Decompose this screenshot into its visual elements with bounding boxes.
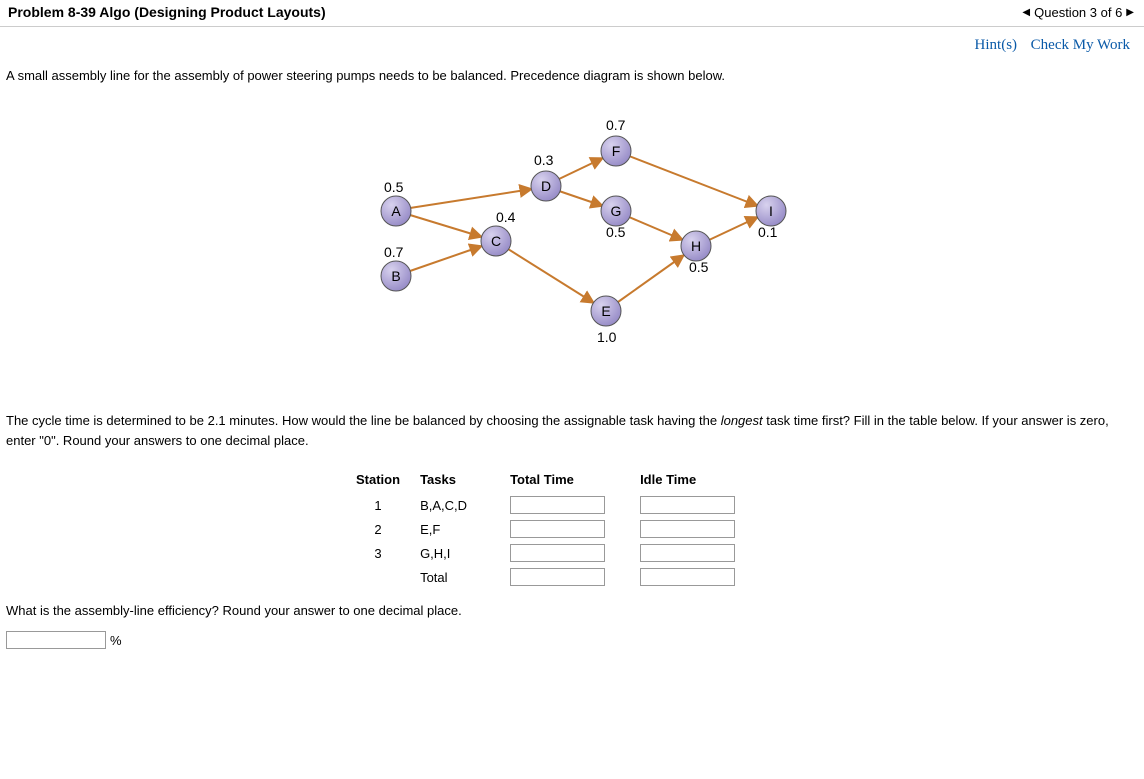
efficiency-input-row: % (6, 631, 1138, 649)
table-row: 3 G,H,I (346, 541, 760, 565)
node-f: F (601, 136, 631, 166)
table-row: 1 B,A,C,D (346, 493, 760, 517)
svg-text:H: H (691, 238, 701, 254)
time-h: 0.5 (689, 259, 708, 275)
node-e: E (591, 296, 621, 326)
question-count-label: Question 3 of 6 (1034, 5, 1122, 20)
svg-text:C: C (491, 233, 501, 249)
prev-question-arrow[interactable]: ◀ (1020, 7, 1032, 18)
problem-title: Problem 8-39 Algo (Designing Product Lay… (8, 4, 326, 20)
hints-link[interactable]: Hint(s) (975, 37, 1018, 53)
table-row: Total (346, 565, 760, 589)
node-a: A (381, 196, 411, 226)
col-station: Station (346, 468, 410, 493)
idle-time-3-input[interactable] (640, 544, 735, 562)
svg-text:B: B (391, 268, 400, 284)
node-c: C (481, 226, 511, 256)
svg-text:D: D (541, 178, 551, 194)
intro-text: A small assembly line for the assembly o… (6, 68, 1138, 83)
col-total: Total Time (500, 468, 630, 493)
time-b: 0.7 (384, 244, 403, 260)
total-time-1-input[interactable] (510, 496, 605, 514)
time-e: 1.0 (597, 329, 616, 345)
question-text: The cycle time is determined to be 2.1 m… (6, 411, 1138, 450)
total-time-2-input[interactable] (510, 520, 605, 538)
node-b: B (381, 261, 411, 291)
node-h: H (681, 231, 711, 261)
node-i: I (756, 196, 786, 226)
efficiency-question: What is the assembly-line efficiency? Ro… (6, 603, 1138, 618)
percent-label: % (110, 633, 122, 648)
svg-text:F: F (612, 143, 621, 159)
svg-text:E: E (601, 303, 610, 319)
time-f: 0.7 (606, 117, 625, 133)
time-g: 0.5 (606, 224, 625, 240)
next-question-arrow[interactable]: ▶ (1124, 7, 1136, 18)
action-links-row: Hint(s) Check My Work (0, 27, 1144, 68)
total-time-total-input[interactable] (510, 568, 605, 586)
station-table: Station Tasks Total Time Idle Time 1 B,A… (346, 468, 760, 589)
idle-time-2-input[interactable] (640, 520, 735, 538)
svg-text:I: I (769, 203, 773, 219)
question-nav: ◀ Question 3 of 6 ▶ (1020, 5, 1136, 20)
node-g: G (601, 196, 631, 226)
time-d: 0.3 (534, 152, 553, 168)
efficiency-input[interactable] (6, 631, 106, 649)
time-c: 0.4 (496, 209, 515, 225)
precedence-diagram: A B C D E F G (356, 101, 856, 381)
idle-time-total-input[interactable] (640, 568, 735, 586)
content-area: A small assembly line for the assembly o… (0, 68, 1144, 669)
idle-time-1-input[interactable] (640, 496, 735, 514)
col-tasks: Tasks (410, 468, 500, 493)
header-bar: Problem 8-39 Algo (Designing Product Lay… (0, 0, 1144, 27)
check-my-work-link[interactable]: Check My Work (1031, 37, 1130, 53)
time-a: 0.5 (384, 179, 403, 195)
time-i: 0.1 (758, 224, 777, 240)
node-d: D (531, 171, 561, 201)
col-idle: Idle Time (630, 468, 760, 493)
svg-text:A: A (391, 203, 401, 219)
total-time-3-input[interactable] (510, 544, 605, 562)
svg-text:G: G (611, 203, 622, 219)
table-row: 2 E,F (346, 517, 760, 541)
